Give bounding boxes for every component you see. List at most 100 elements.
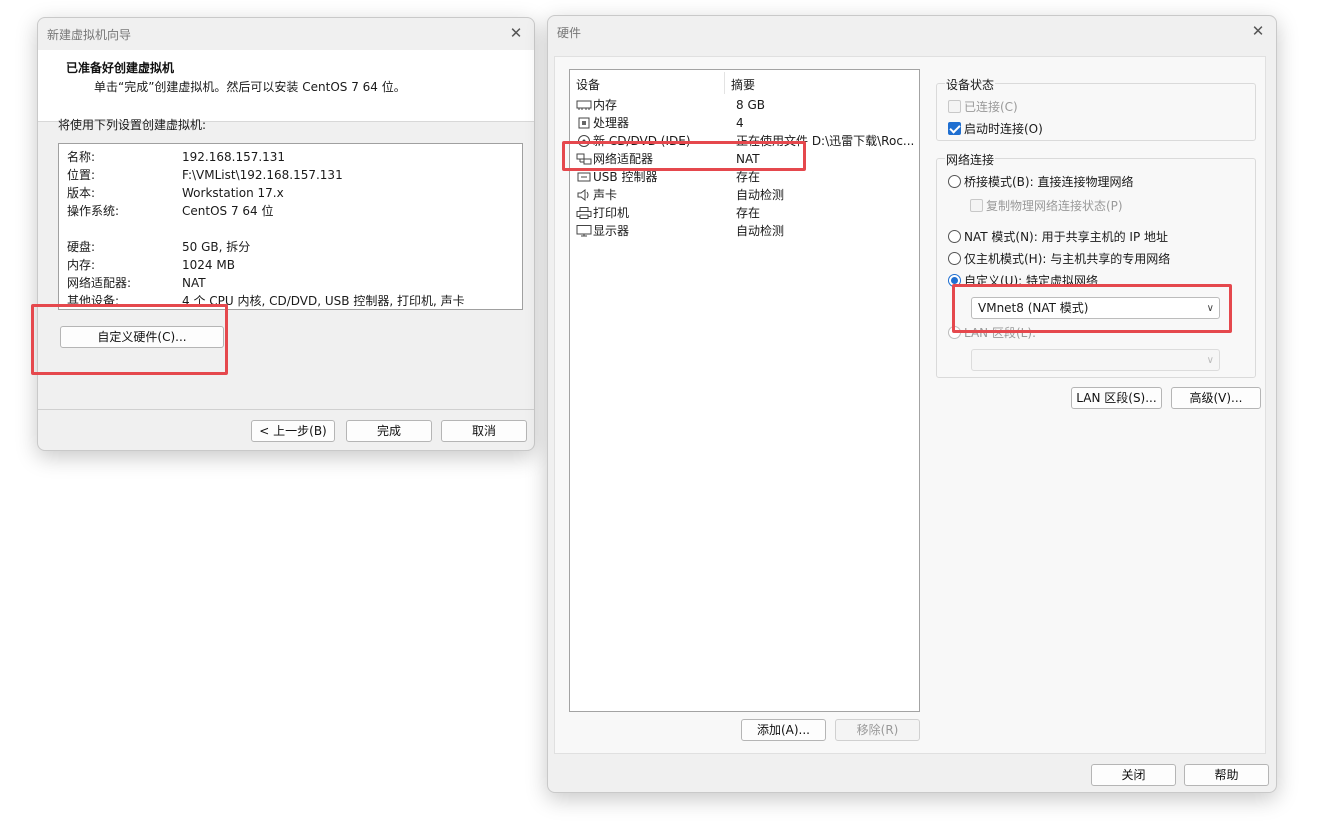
hardware-window: 硬件 ✕ 设备 摘要 内存 8 GB 处理器 4 新 CD/DVD (IDE) 正在使… — [547, 15, 1277, 793]
printer-icon — [576, 207, 592, 219]
wizard-title: 新建虚拟机向导 — [47, 28, 132, 42]
summary-key: 内存: — [67, 258, 96, 272]
device-summary: 自动检测 — [736, 224, 785, 238]
bridged-radio[interactable]: 桥接模式(B): 直接连接物理网络 — [948, 173, 1133, 191]
checkbox-box — [970, 199, 983, 212]
device-summary: 4 — [736, 116, 744, 130]
device-column-header[interactable]: 设备 — [576, 76, 600, 94]
summary-column-header[interactable]: 摘要 — [731, 76, 755, 94]
memory-icon — [576, 100, 592, 110]
summary-row-version: 版本: Workstation 17.x — [67, 184, 284, 202]
device-name: 网络适配器 — [593, 152, 654, 166]
summary-value: NAT — [182, 276, 206, 290]
radio-circle — [948, 230, 961, 243]
summary-value: F:\VMList\192.168.157.131 — [182, 168, 343, 182]
wizard-header: 已准备好创建虚拟机 单击“完成”创建虚拟机。然后可以安装 CentOS 7 64… — [38, 50, 534, 122]
device-status-group: 设备状态 已连接(C) 启动时连接(O) — [936, 76, 1256, 141]
summary-row-other: 其他设备: 4 个 CPU 内核, CD/DVD, USB 控制器, 打印机, 声… — [67, 292, 465, 309]
nat-radio[interactable]: NAT 模式(N): 用于共享主机的 IP 地址 — [948, 228, 1168, 246]
summary-key: 版本: — [67, 186, 96, 200]
monitor-icon — [576, 225, 592, 237]
device-item-cd-dvd[interactable]: 新 CD/DVD (IDE) 正在使用文件 D:\迅雷下载\Roc... — [576, 132, 916, 150]
device-summary: 自动检测 — [736, 188, 785, 202]
radio-circle — [948, 252, 961, 265]
device-summary: 正在使用文件 D:\迅雷下载\Roc... — [736, 134, 915, 148]
network-adapter-icon — [576, 153, 592, 165]
usb-icon — [577, 172, 591, 182]
hardware-title: 硬件 — [557, 26, 582, 40]
wizard-header-subtitle: 单击“完成”创建虚拟机。然后可以安装 CentOS 7 64 位。 — [94, 80, 406, 94]
finish-button[interactable]: 完成 — [346, 420, 432, 442]
custom-label: 自定义(U): 特定虚拟网络 — [964, 274, 1099, 288]
custom-radio[interactable]: 自定义(U): 特定虚拟网络 — [948, 272, 1098, 290]
custom-vmnet-select[interactable]: VMnet8 (NAT 模式) ∨ — [971, 297, 1220, 319]
summary-key: 位置: — [67, 168, 96, 182]
device-item-monitor[interactable]: 显示器 自动检测 — [576, 222, 916, 240]
close-icon[interactable]: ✕ — [507, 24, 525, 42]
hardware-panel: 设备 摘要 内存 8 GB 处理器 4 新 CD/DVD (IDE) 正在使用文件 D… — [554, 56, 1266, 754]
summary-row-network: 网络适配器: NAT — [67, 274, 206, 292]
checkbox-box — [948, 100, 961, 113]
summary-key: 硬盘: — [67, 240, 96, 254]
radio-circle — [948, 274, 961, 287]
summary-key: 其他设备: — [67, 294, 120, 308]
close-icon[interactable]: ✕ — [1249, 22, 1267, 40]
network-connection-group: 网络连接 桥接模式(B): 直接连接物理网络 复制物理网络连接状态(P) NAT… — [936, 151, 1256, 378]
summary-value: CentOS 7 64 位 — [182, 204, 274, 218]
close-button[interactable]: 关闭 — [1091, 764, 1176, 786]
device-item-usb[interactable]: USB 控制器 存在 — [576, 168, 916, 186]
device-name: 内存 — [593, 98, 618, 112]
cpu-icon — [578, 117, 590, 129]
host-only-label: 仅主机模式(H): 与主机共享的专用网络 — [964, 252, 1171, 266]
radio-circle — [948, 175, 961, 188]
add-device-button[interactable]: 添加(A)... — [741, 719, 826, 741]
lan-segment-label: LAN 区段(L): — [964, 326, 1037, 340]
summary-row-disk: 硬盘: 50 GB, 拆分 — [67, 238, 250, 256]
wizard-header-title: 已准备好创建虚拟机 — [66, 61, 175, 75]
summary-row-location: 位置: F:\VMList\192.168.157.131 — [67, 166, 343, 184]
device-list[interactable]: 设备 摘要 内存 8 GB 处理器 4 新 CD/DVD (IDE) 正在使用文件 D… — [569, 69, 920, 712]
summary-value: 4 个 CPU 内核, CD/DVD, USB 控制器, 打印机, 声卡 — [182, 294, 465, 308]
replicate-state-checkbox[interactable]: 复制物理网络连接状态(P) — [970, 197, 1123, 215]
device-item-printer[interactable]: 打印机 存在 — [576, 204, 916, 222]
lan-segment-radio[interactable]: LAN 区段(L): — [948, 324, 1036, 342]
summary-value: Workstation 17.x — [182, 186, 284, 200]
device-item-network-adapter[interactable]: 网络适配器 NAT — [576, 150, 916, 168]
network-connection-legend: 网络连接 — [945, 151, 996, 168]
device-name: 处理器 — [593, 116, 630, 130]
sound-icon — [577, 189, 589, 201]
wizard-footer-divider — [38, 409, 534, 410]
device-summary: 8 GB — [736, 98, 765, 112]
device-item-sound[interactable]: 声卡 自动检测 — [576, 186, 916, 204]
settings-summary-box: 名称: 192.168.157.131 位置: F:\VMList\192.168.… — [58, 143, 523, 310]
device-name: 新 CD/DVD (IDE) — [593, 134, 691, 148]
wizard-titlebar: 新建虚拟机向导 ✕ — [38, 18, 534, 50]
device-item-cpu[interactable]: 处理器 4 — [576, 114, 916, 132]
nat-label: NAT 模式(N): 用于共享主机的 IP 地址 — [964, 230, 1169, 244]
device-item-memory[interactable]: 内存 8 GB — [576, 96, 916, 114]
summary-row-memory: 内存: 1024 MB — [67, 256, 235, 274]
summary-value: 192.168.157.131 — [182, 150, 286, 164]
device-summary: 存在 — [736, 170, 761, 184]
cd-icon — [578, 135, 590, 147]
advanced-button[interactable]: 高级(V)... — [1171, 387, 1261, 409]
lan-segment-select[interactable]: ∨ — [971, 349, 1220, 371]
remove-device-button[interactable]: 移除(R) — [835, 719, 920, 741]
lan-segments-button[interactable]: LAN 区段(S)... — [1071, 387, 1162, 409]
device-name: USB 控制器 — [593, 170, 658, 184]
chevron-down-icon: ∨ — [1206, 303, 1214, 314]
cancel-button[interactable]: 取消 — [441, 420, 527, 442]
bridged-label: 桥接模式(B): 直接连接物理网络 — [964, 175, 1134, 189]
replicate-state-label: 复制物理网络连接状态(P) — [986, 199, 1123, 213]
connected-checkbox[interactable]: 已连接(C) — [948, 98, 1018, 116]
host-only-radio[interactable]: 仅主机模式(H): 与主机共享的专用网络 — [948, 250, 1170, 268]
summary-key: 网络适配器: — [67, 276, 132, 290]
custom-vmnet-value: VMnet8 (NAT 模式) — [978, 301, 1089, 315]
summary-value: 1024 MB — [182, 258, 235, 272]
chevron-down-icon: ∨ — [1206, 355, 1214, 366]
back-button[interactable]: < 上一步(B) — [251, 420, 335, 442]
customize-hardware-button[interactable]: 自定义硬件(C)... — [60, 326, 224, 348]
summary-intro: 将使用下列设置创建虚拟机: — [58, 118, 207, 132]
help-button[interactable]: 帮助 — [1184, 764, 1269, 786]
connect-at-power-on-checkbox[interactable]: 启动时连接(O) — [948, 120, 1043, 138]
